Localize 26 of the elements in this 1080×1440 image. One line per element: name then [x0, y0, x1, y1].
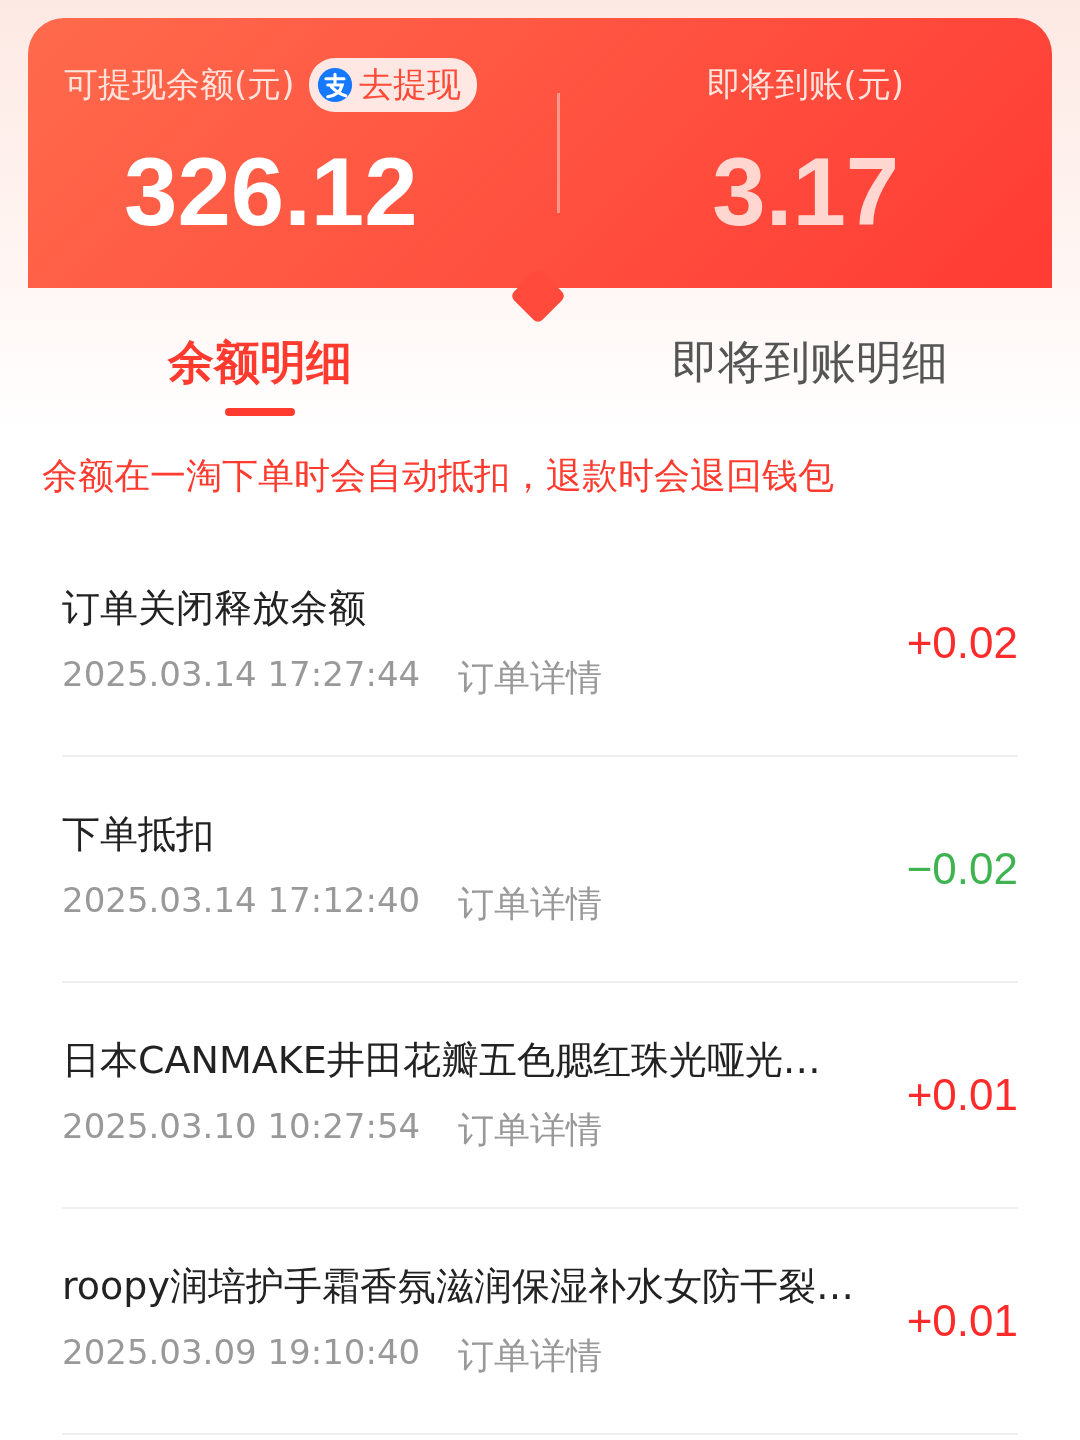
order-detail-link[interactable]: 订单详情: [458, 1106, 603, 1155]
order-detail-link[interactable]: 订单详情: [458, 654, 603, 703]
pending-label: 即将到账(元): [707, 63, 904, 106]
tab[interactable]: 即将到账明细: [672, 332, 948, 394]
record-time: 2025.03.14 17:12:40: [62, 880, 421, 922]
record-amount: −0.02: [906, 844, 1018, 894]
notice-text: 余额在一淘下单时会自动抵扣，退款时会退回钱包: [41, 454, 835, 498]
balance-amount: 326.12: [123, 137, 418, 247]
record-amount: +0.02: [906, 618, 1018, 668]
withdraw-button[interactable]: 去提现: [308, 58, 477, 112]
record-title: roopy润培护手霜香氛滋润保湿补水女防干裂…: [62, 1263, 854, 1310]
record-time: 2025.03.14 17:27:44: [62, 654, 421, 696]
record-title: 订单关闭释放余额: [62, 585, 367, 632]
record-title: 日本CANMAKE井田花瓣五色腮红珠光哑光…: [62, 1037, 821, 1084]
balance-label: 可提现余额(元): [64, 63, 295, 106]
order-detail-link[interactable]: 订单详情: [458, 880, 603, 929]
record-time: 2025.03.10 10:27:54: [62, 1106, 421, 1148]
record-title: 下单抵扣: [62, 811, 215, 858]
record-amount: +0.01: [906, 1070, 1018, 1120]
pending-amount: 3.17: [712, 137, 900, 247]
record-amount: +0.01: [906, 1296, 1018, 1346]
order-detail-link[interactable]: 订单详情: [458, 1332, 603, 1381]
tab[interactable]: 余额明细: [168, 332, 352, 394]
tab-indicator: [225, 408, 295, 416]
record-time: 2025.03.09 19:10:40: [62, 1332, 421, 1374]
alipay-icon: [316, 67, 353, 103]
